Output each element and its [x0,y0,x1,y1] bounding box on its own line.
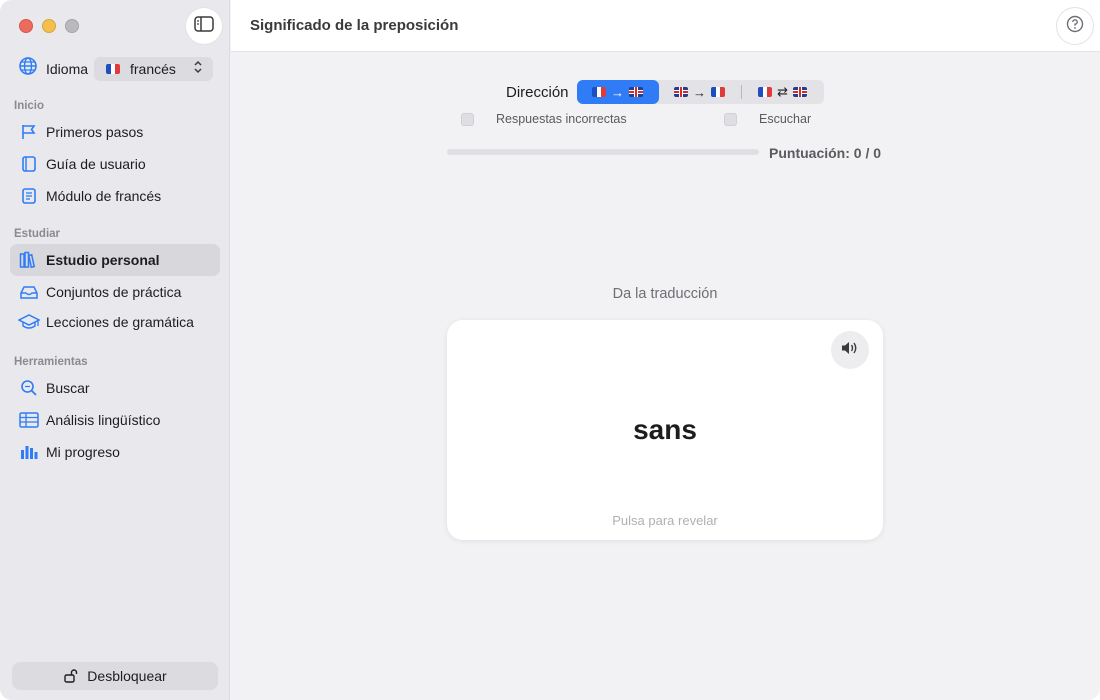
score-text: Puntuación: 0 / 0 [769,145,882,161]
language-value: francés [130,60,176,77]
sidebar-item-label: Módulo de francés [46,188,162,204]
language-row: Idioma francés [18,56,213,81]
window-controls [19,19,79,33]
sidebar-item-label: Guía de usuario [46,156,146,172]
module-book-icon [18,185,40,207]
globe-icon [18,56,38,81]
book-icon [18,153,40,175]
sidebar-item-lecciones-gramatica[interactable]: Lecciones de gramática [10,306,220,338]
direction-segmented-control: → → ⇄ [576,80,824,104]
uk-flag-icon [629,87,644,97]
unlock-label: Desbloquear [87,668,167,684]
prompt-text: Da la traducción [612,286,718,302]
listen-label: Escuchar [759,112,812,126]
flashcard[interactable]: sans Pulsa para revelar [447,320,883,540]
app-window: Idioma francés Inicio Primeros pasos Guí… [0,0,1100,700]
flag-icon [18,121,40,143]
unlock-button[interactable]: Desbloquear [12,662,218,690]
sidebar-toggle-button[interactable] [186,8,222,44]
sidebar-item-analisis-linguistico[interactable]: Análisis lingüístico [10,404,220,436]
listen-option[interactable]: Escuchar [724,112,811,126]
sidebar: Idioma francés Inicio Primeros pasos Guí… [0,0,230,700]
incorrect-answers-label: Respuestas incorrectas [496,112,627,126]
sidebar-item-modulo-frances[interactable]: Módulo de francés [10,180,220,212]
play-audio-button[interactable] [831,331,869,369]
language-label: Idioma [46,60,89,77]
incorrect-answers-checkbox[interactable] [461,112,474,126]
france-flag-icon [758,87,773,97]
arrows-swap-icon: ⇄ [777,84,788,99]
sidebar-item-label: Análisis lingüístico [46,412,161,428]
sidebar-item-primeros-pasos[interactable]: Primeros pasos [10,116,220,148]
direction-gb-to-fr-button[interactable]: → [659,80,741,104]
direction-row: Dirección → → ⇄ [506,80,824,104]
tray-icon [18,281,40,303]
direction-both-button[interactable]: ⇄ [742,80,824,104]
section-title-inicio: Inicio [14,100,45,112]
sidebar-item-buscar[interactable]: Buscar [10,372,220,404]
direction-label: Dirección [506,83,569,101]
france-flag-icon [711,87,726,97]
sidebar-item-label: Mi progreso [46,444,120,460]
graduation-cap-icon [18,311,40,333]
sidebar-item-mi-progreso[interactable]: Mi progreso [10,436,220,468]
arrow-right-icon: → [693,84,707,100]
sidebar-item-conjuntos-practica[interactable]: Conjuntos de práctica [10,276,220,308]
sidebar-item-guia-usuario[interactable]: Guía de usuario [10,148,220,180]
direction-fr-to-gb-button[interactable]: → [576,80,659,104]
minimize-window-button[interactable] [42,19,56,33]
zoom-window-button[interactable] [65,19,79,33]
speaker-icon [840,340,860,361]
incorrect-answers-option[interactable]: Respuestas incorrectas [461,112,627,126]
arrow-right-icon: → [611,84,625,100]
uk-flag-icon [674,87,689,97]
page-title: Significado de la preposición [250,17,459,34]
france-flag-icon [592,87,607,97]
reveal-hint: Pulsa para revelar [612,513,718,528]
uk-flag-icon [792,87,807,97]
sidebar-item-label: Primeros pasos [46,124,144,140]
section-title-herramientas: Herramientas [14,356,88,368]
sidebar-item-label: Estudio personal [46,252,160,268]
language-select[interactable]: francés [94,56,213,81]
close-window-button[interactable] [19,19,33,33]
card-word: sans [633,414,697,445]
bar-chart-icon [18,441,40,463]
sidebar-item-estudio-personal[interactable]: Estudio personal [10,244,220,276]
sidebar-item-label: Buscar [46,380,90,396]
header-bar: Significado de la preposición [231,0,1100,52]
unlock-icon [63,668,79,684]
help-button[interactable] [1056,7,1094,45]
france-flag-icon [106,63,120,74]
progress-bar [447,149,759,155]
chevron-up-down-icon [193,60,203,77]
sidebar-item-label: Lecciones de gramática [46,314,194,330]
table-icon [18,409,40,431]
books-icon [18,249,40,271]
question-mark-icon [1066,15,1084,38]
sidebar-item-label: Conjuntos de práctica [46,284,182,300]
section-title-estudiar: Estudiar [14,228,61,240]
listen-checkbox[interactable] [724,112,737,126]
search-icon [18,377,40,399]
sidebar-icon [194,15,214,37]
